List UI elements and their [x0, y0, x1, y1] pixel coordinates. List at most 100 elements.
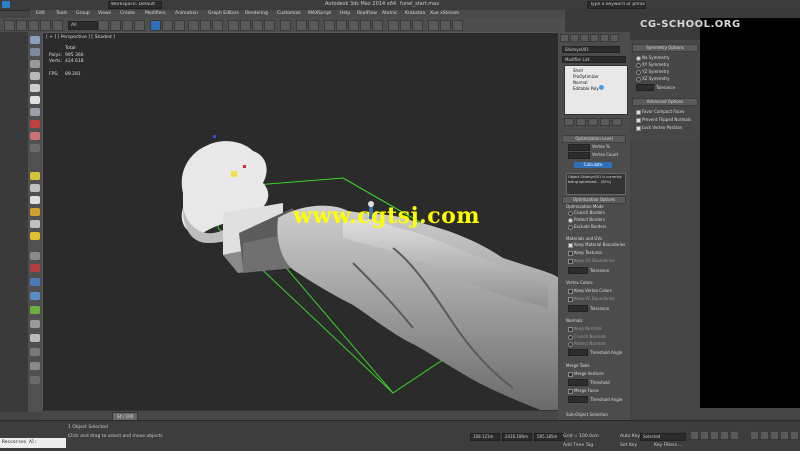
- selection-filter-dropdown[interactable]: All: [68, 21, 98, 30]
- tolerance2-spinner[interactable]: [568, 305, 588, 312]
- utilities-tab-icon[interactable]: [610, 34, 619, 42]
- search-input[interactable]: Type a keyword or phrase: [587, 1, 646, 9]
- redo-icon[interactable]: [16, 20, 27, 31]
- vertex-count-spinner[interactable]: [568, 152, 590, 159]
- merge-threshold-spinner[interactable]: [568, 379, 588, 386]
- pin-stack-icon[interactable]: [564, 118, 574, 126]
- select-all-icon[interactable]: [30, 48, 40, 56]
- menu-xstream[interactable]: Xue xStream: [430, 11, 459, 16]
- app-icon[interactable]: [2, 1, 10, 8]
- checkbox-keep-uv-boundaries[interactable]: Keep UV Boundaries: [568, 258, 615, 264]
- set-key-button[interactable]: Set Key: [620, 443, 637, 448]
- zoom-all-icon[interactable]: [760, 431, 769, 440]
- atomic-icon[interactable]: [452, 20, 463, 31]
- goto-end-icon[interactable]: [730, 431, 739, 440]
- menu-help[interactable]: Help: [340, 11, 350, 16]
- rollout-symmetry-options[interactable]: Symmetry Options: [632, 44, 698, 52]
- pivot-center-icon[interactable]: [200, 20, 211, 31]
- stack-item-editable-poly[interactable]: Editable Poly: [573, 86, 599, 91]
- spinner-snap-icon[interactable]: [264, 20, 275, 31]
- merge-faces-threshold-spinner[interactable]: [568, 396, 588, 403]
- torus-icon[interactable]: [30, 208, 40, 216]
- manipulate-icon[interactable]: [212, 20, 223, 31]
- scene-explorer-icon[interactable]: [30, 36, 40, 44]
- mirror-icon[interactable]: [296, 20, 307, 31]
- bone-icon[interactable]: [30, 292, 40, 300]
- menu-views[interactable]: Views: [98, 11, 111, 16]
- filter-icon[interactable]: [30, 376, 40, 384]
- plane-icon[interactable]: [30, 220, 40, 228]
- checkbox-prevent-flipped-normals[interactable]: Prevent Flipped Normals: [636, 117, 691, 123]
- rollout-advanced-options[interactable]: Advanced Options: [632, 98, 698, 106]
- orbit-icon[interactable]: [780, 431, 789, 440]
- workspace-dropdown[interactable]: Workspace: Default: [108, 1, 162, 9]
- checkbox-merge-faces[interactable]: Merge Faces: [568, 388, 599, 394]
- menu-rendering[interactable]: Rendering: [245, 11, 268, 16]
- remove-modifier-icon[interactable]: [600, 118, 610, 126]
- sphere-icon[interactable]: [30, 172, 40, 180]
- menu-modifiers[interactable]: Modifiers: [145, 11, 166, 16]
- select-scale-icon[interactable]: [174, 20, 185, 31]
- angle-snap-icon[interactable]: [240, 20, 251, 31]
- menu-tools[interactable]: Tools: [56, 11, 67, 16]
- window-crossing-icon[interactable]: [134, 20, 145, 31]
- radio-xy-symmetry[interactable]: XY Symmetry: [636, 62, 669, 68]
- play-icon[interactable]: [710, 431, 719, 440]
- cylinder-icon[interactable]: [30, 196, 40, 204]
- sort-icon[interactable]: [30, 348, 40, 356]
- checkbox-lock-vertex-position[interactable]: Lock Vertex Position: [636, 125, 682, 131]
- material-editor-icon[interactable]: [372, 20, 383, 31]
- symmetry-tolerance-spinner[interactable]: [636, 84, 654, 91]
- menu-maxscript[interactable]: MAXScript: [308, 11, 331, 16]
- frozen-icon[interactable]: [30, 264, 40, 272]
- menu-group[interactable]: Group: [76, 11, 90, 16]
- select-move-icon[interactable]: [150, 20, 161, 31]
- menu-krakatoa[interactable]: Krakatoa: [405, 11, 425, 16]
- layer-manager-icon[interactable]: [324, 20, 335, 31]
- graphite-icon[interactable]: [336, 20, 347, 31]
- create-tab-icon[interactable]: [560, 34, 569, 42]
- calculate-button[interactable]: Calculate: [574, 162, 612, 168]
- modifier-list-dropdown[interactable]: Modifier List: [562, 56, 626, 63]
- stack-item-normal[interactable]: Normal: [573, 80, 587, 85]
- percent-snap-icon[interactable]: [252, 20, 263, 31]
- display-tab-icon[interactable]: [600, 34, 609, 42]
- geometry-icon[interactable]: [30, 72, 40, 80]
- make-unique-icon[interactable]: [588, 118, 598, 126]
- normals-threshold-spinner[interactable]: [568, 349, 588, 356]
- goto-start-icon[interactable]: [690, 431, 699, 440]
- object-name-field[interactable]: Shidnye001: [562, 46, 620, 53]
- rollout-optimization-level[interactable]: Optimization Level: [562, 135, 626, 143]
- unlink-icon[interactable]: [40, 20, 51, 31]
- lights-icon[interactable]: [30, 96, 40, 104]
- menu-customize[interactable]: Customize: [277, 11, 301, 16]
- link-icon[interactable]: [28, 20, 39, 31]
- menu-animation[interactable]: Animation: [175, 11, 198, 16]
- rect-selection-icon[interactable]: [122, 20, 133, 31]
- cameras-icon[interactable]: [30, 108, 40, 116]
- configure-sets-icon[interactable]: [612, 118, 622, 126]
- checkbox-favor-compact-faces[interactable]: Favor Compact Faces: [636, 109, 684, 115]
- krakatoa-icon[interactable]: [440, 20, 451, 31]
- menu-create[interactable]: Create: [120, 11, 135, 16]
- radio-protect-borders[interactable]: Protect Borders: [568, 217, 605, 223]
- perspective-viewport[interactable]: [ + ] [ Perspective ] [ Shaded ] Total P…: [42, 32, 560, 412]
- checkbox-keep-textures[interactable]: Keep Textures: [568, 250, 602, 256]
- groups-icon[interactable]: [30, 144, 40, 152]
- key-filters-button[interactable]: Key Filters...: [654, 443, 681, 448]
- radio-protect-normals[interactable]: Protect Normals: [568, 341, 606, 347]
- box-icon[interactable]: [30, 184, 40, 192]
- menu-graph-editors[interactable]: Graph Editors: [208, 11, 239, 16]
- radio-crunch-normals[interactable]: Crunch Normals: [568, 334, 606, 340]
- maxscript-listener[interactable]: Rescorses Al:: [0, 438, 66, 448]
- display-none-icon[interactable]: [30, 60, 40, 68]
- menu-realflow[interactable]: RealFlow: [357, 11, 377, 16]
- stack-item-prooptimizer[interactable]: ProOptimizer: [573, 74, 599, 79]
- motion-tab-icon[interactable]: [590, 34, 599, 42]
- radio-exclude-borders[interactable]: Exclude Borders: [568, 224, 606, 230]
- key-selection-dropdown[interactable]: Selected: [640, 433, 686, 441]
- particles-icon[interactable]: [30, 278, 40, 286]
- zoom-icon[interactable]: [750, 431, 759, 440]
- select-object-icon[interactable]: [98, 20, 109, 31]
- pan-icon[interactable]: [770, 431, 779, 440]
